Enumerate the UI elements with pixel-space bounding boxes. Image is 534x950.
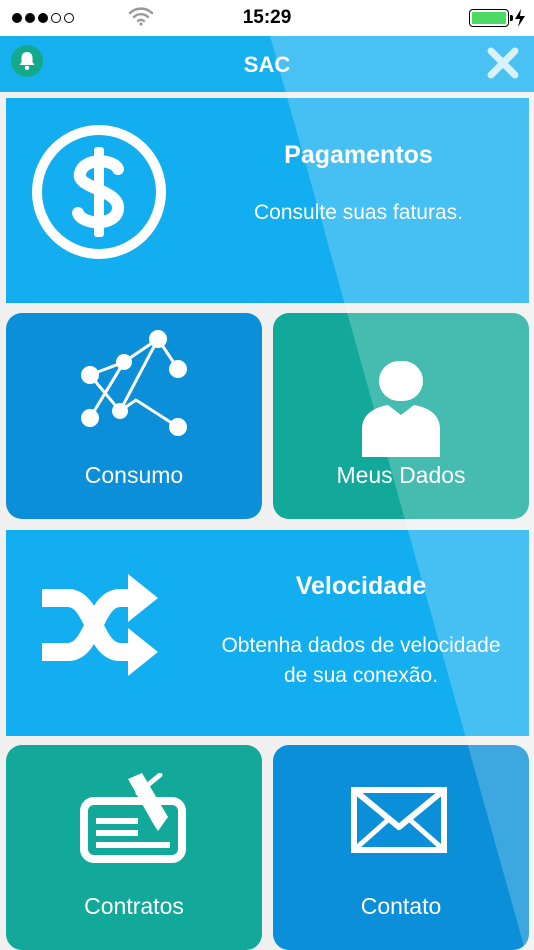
contato-tile[interactable]: Contato [273, 745, 529, 950]
meus-dados-label: Meus Dados [336, 462, 466, 488]
user-icon [362, 361, 440, 457]
consumo-tile[interactable]: Consumo [6, 313, 262, 519]
contratos-tile[interactable]: Contratos [6, 745, 262, 950]
close-button[interactable] [485, 45, 521, 81]
velocidade-card[interactable]: Velocidade Obtenha dados de velocidade d… [6, 530, 529, 736]
contato-label: Contato [360, 893, 442, 919]
status-bar: 15:29 [0, 0, 534, 36]
page-title: SAC [243, 52, 291, 77]
shuffle-arrows-icon [42, 574, 158, 676]
close-icon [487, 47, 519, 79]
pagamentos-subtitle: Consulte suas faturas. [254, 201, 463, 224]
velocidade-subtitle-line1: Obtenha dados de velocidade [221, 634, 501, 657]
contract-pen-icon [80, 773, 186, 863]
dollar-circle-icon [32, 125, 166, 259]
battery-icon [469, 9, 513, 27]
status-time: 15:29 [242, 7, 292, 28]
contratos-label: Contratos [84, 893, 184, 919]
meus-dados-tile[interactable]: Meus Dados [273, 313, 529, 519]
nav-bar: SAC [0, 36, 534, 92]
pagamentos-title: Pagamentos [284, 141, 433, 169]
pagamentos-card[interactable]: Pagamentos Consulte suas faturas. [6, 98, 529, 303]
envelope-icon [351, 787, 447, 853]
velocidade-title: Velocidade [295, 572, 427, 600]
consumo-label: Consumo [84, 462, 184, 488]
velocidade-subtitle-line2: de sua conexão. [283, 664, 439, 687]
chart-network-icon [81, 330, 187, 436]
charging-icon [515, 9, 525, 27]
